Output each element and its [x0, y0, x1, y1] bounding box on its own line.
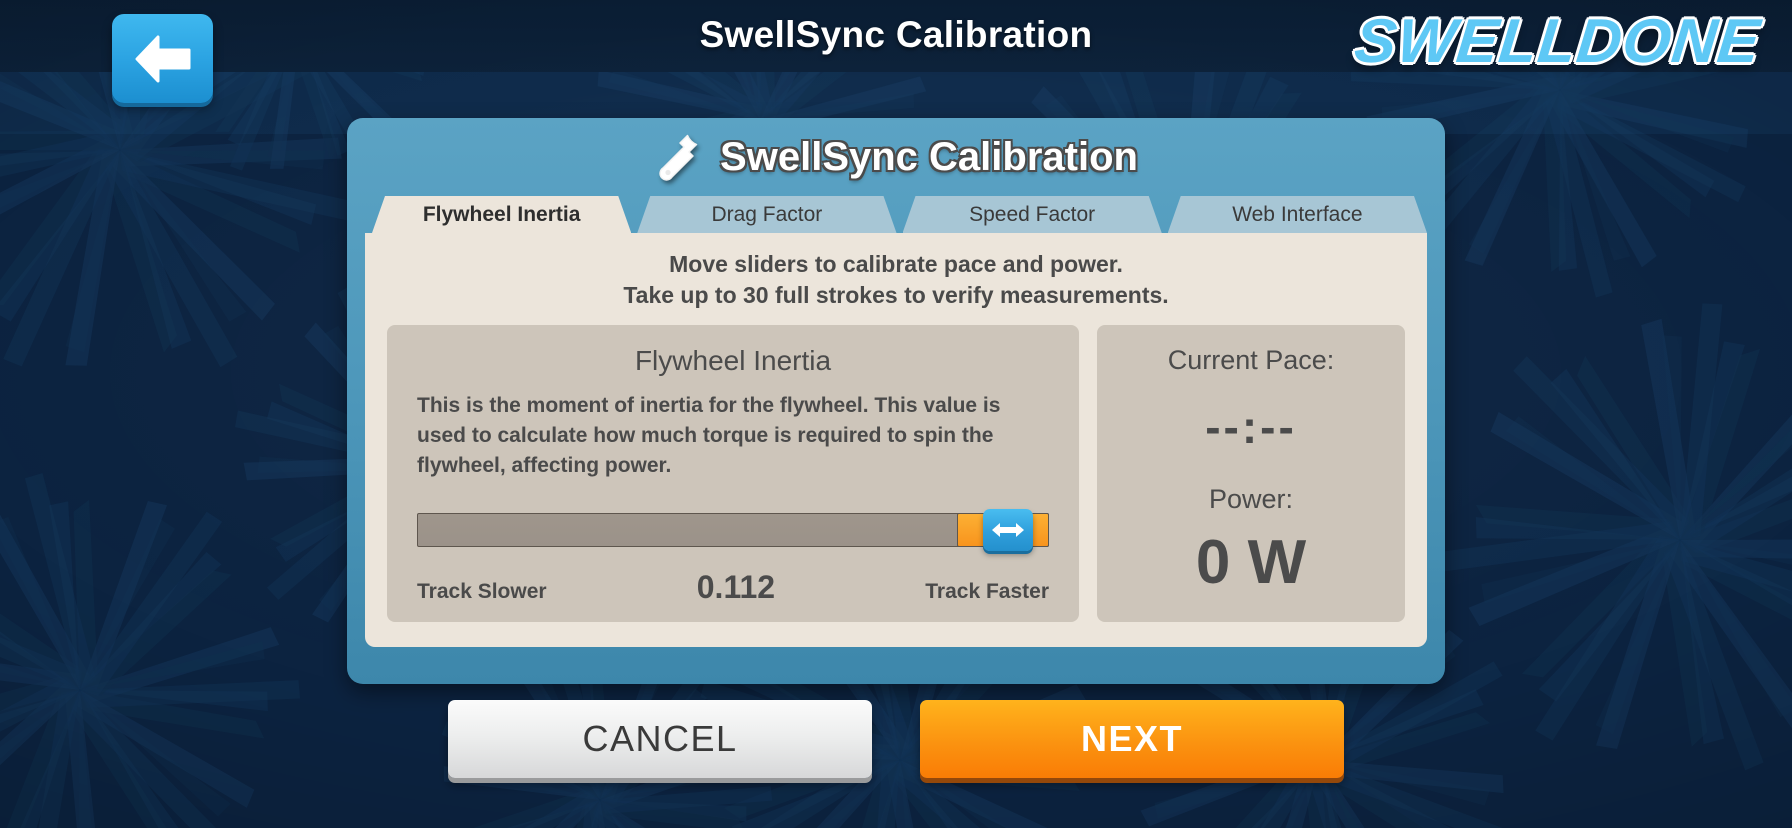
- tab-strip: Flywheel Inertia Drag Factor Speed Facto…: [365, 196, 1427, 233]
- tab-speed-factor[interactable]: Speed Factor: [903, 196, 1162, 233]
- slider-labels: Track Slower 0.112 Track Faster: [417, 569, 1049, 606]
- slider-value: 0.112: [696, 568, 776, 605]
- slider-track[interactable]: [417, 512, 1049, 547]
- wrench-icon: [654, 132, 704, 182]
- live-readout-panel: Current Pace: --:-- Power: 0 W: [1097, 325, 1405, 623]
- slider-max-label: Track Faster: [925, 579, 1049, 603]
- brand-logo: SWELLDONE: [1351, 7, 1764, 76]
- flywheel-inertia-panel: Flywheel Inertia This is the moment of i…: [387, 325, 1079, 623]
- tab-flywheel-inertia[interactable]: Flywheel Inertia: [372, 196, 631, 233]
- inertia-slider[interactable]: [417, 508, 1049, 551]
- current-pace-value: --:--: [1205, 401, 1297, 454]
- next-button[interactable]: NEXT: [920, 700, 1344, 778]
- tab-web-interface[interactable]: Web Interface: [1168, 196, 1427, 233]
- instructions-line-1: Move sliders to calibrate pace and power…: [669, 251, 1123, 277]
- cancel-button[interactable]: CANCEL: [448, 700, 872, 778]
- panels-row: Flywheel Inertia This is the moment of i…: [387, 325, 1405, 623]
- current-pace-label: Current Pace:: [1167, 345, 1335, 376]
- inertia-description: This is the moment of inertia for the fl…: [417, 394, 1001, 477]
- slider-handle[interactable]: [983, 508, 1033, 551]
- left-right-arrow-icon: [991, 521, 1025, 539]
- dialog-title: SwellSync Calibration: [720, 134, 1138, 179]
- power-value: 0 W: [1195, 528, 1307, 598]
- tab-drag-factor[interactable]: Drag Factor: [637, 196, 896, 233]
- footer-actions: CANCEL NEXT: [0, 700, 1792, 778]
- instructions: Move sliders to calibrate pace and power…: [387, 249, 1405, 310]
- inertia-heading: Flywheel Inertia: [634, 345, 832, 377]
- slider-min-label: Track Slower: [417, 579, 547, 603]
- calibration-dialog: SwellSync Calibration Flywheel Inertia D…: [347, 118, 1445, 684]
- instructions-line-2: Take up to 30 full strokes to verify mea…: [623, 281, 1169, 308]
- power-label: Power:: [1208, 484, 1294, 515]
- tab-content-panel: Move sliders to calibrate pace and power…: [365, 233, 1427, 647]
- dialog-header: SwellSync Calibration: [365, 118, 1427, 196]
